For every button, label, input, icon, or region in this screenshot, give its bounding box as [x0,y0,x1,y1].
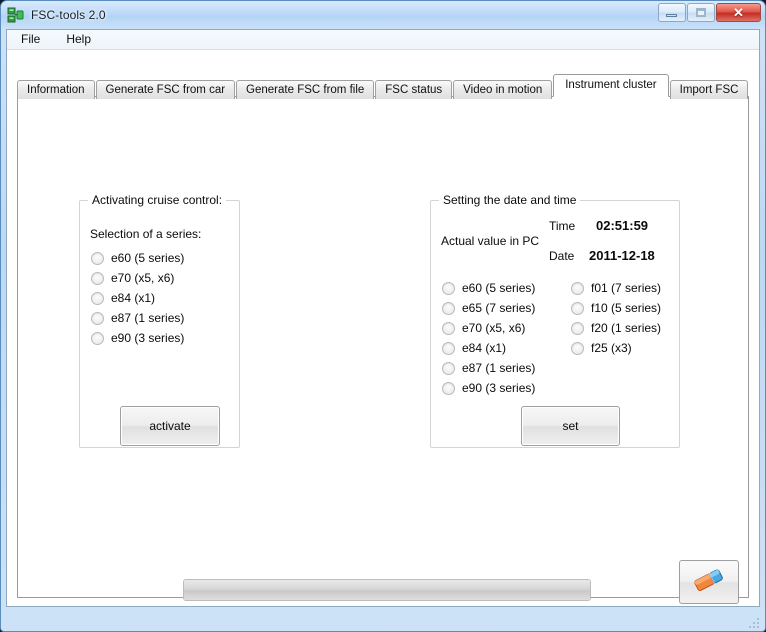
radio-circle-icon [91,331,104,345]
menu-item-file[interactable]: File [15,30,50,49]
radio-label: e70 (x5, x6) [111,271,175,285]
group-activating-cruise-control: Activating cruise control: Selection of … [79,193,240,448]
radio-circle-icon [571,321,584,335]
radio-circle-icon [571,341,584,355]
app-icon [7,7,24,24]
progress-bar-track [184,580,590,600]
tab-video-in-motion[interactable]: Video in motion [453,80,553,99]
radio-circle-icon [442,361,455,375]
window-status-area [1,607,765,631]
menu-bar: File Help [7,30,759,50]
radio-datetime-f01[interactable]: f01 (7 series) [571,281,661,295]
client-area: File Help Information Generate FSC from … [6,29,760,607]
tab-strip: Information Generate FSC from car Genera… [16,74,750,99]
radio-datetime-f10[interactable]: f10 (5 series) [571,301,661,315]
clear-button[interactable] [679,560,739,604]
activate-button[interactable]: activate [120,406,220,446]
date-value: 2011-12-18 [589,248,655,263]
radio-cruise-e90[interactable]: e90 (3 series) [91,331,184,345]
tab-import-fsc[interactable]: Import FSC [669,80,749,99]
cruise-selection-label: Selection of a series: [90,227,202,241]
radio-label: e87 (1 series) [462,361,536,375]
eraser-icon [692,567,726,598]
radio-circle-icon [442,381,455,395]
title-bar: FSC-tools 2.0 ✕ [1,1,765,29]
progress-bar [183,579,591,601]
radio-label: e70 (x5, x6) [462,321,526,335]
tab-information[interactable]: Information [17,80,95,99]
radio-label: e90 (3 series) [111,331,185,345]
radio-label: f20 (1 series) [591,321,662,335]
radio-circle-icon [442,321,455,335]
radio-label: f10 (5 series) [591,301,662,315]
radio-label: f01 (7 series) [591,281,662,295]
radio-label: e90 (3 series) [462,381,536,395]
radio-label: e87 (1 series) [111,311,185,325]
radio-cruise-e84[interactable]: e84 (x1) [91,291,155,305]
radio-datetime-f25[interactable]: f25 (x3) [571,341,632,355]
radio-circle-icon [571,281,584,295]
radio-circle-icon [571,301,584,315]
radio-datetime-e84[interactable]: e84 (x1) [442,341,506,355]
radio-datetime-e65[interactable]: e65 (7 series) [442,301,535,315]
radio-circle-icon [442,281,455,295]
radio-datetime-e60[interactable]: e60 (5 series) [442,281,535,295]
radio-datetime-e87[interactable]: e87 (1 series) [442,361,535,375]
group-setting-date-and-time: Setting the date and time Actual value i… [430,193,680,448]
radio-circle-icon [91,271,104,285]
tab-generate-fsc-from-file[interactable]: Generate FSC from file [236,80,375,99]
radio-circle-icon [91,291,104,305]
time-value: 02:51:59 [596,218,649,233]
minimize-button[interactable] [658,3,686,22]
time-label: Time [549,219,576,233]
menu-item-help[interactable]: Help [60,30,101,49]
set-button[interactable]: set [521,406,620,446]
radio-label: f25 (x3) [591,341,632,355]
tab-control: Information Generate FSC from car Genera… [16,74,750,604]
resize-grip-icon[interactable] [748,616,760,628]
radio-datetime-e90[interactable]: e90 (3 series) [442,381,535,395]
tab-panel-instrument-cluster: Activating cruise control: Selection of … [17,96,749,604]
radio-cruise-e60[interactable]: e60 (5 series) [91,251,184,265]
radio-circle-icon [442,341,455,355]
radio-datetime-e70[interactable]: e70 (x5, x6) [442,321,525,335]
radio-label: e84 (x1) [111,291,156,305]
maximize-button[interactable] [687,3,715,22]
radio-circle-icon [91,251,104,265]
group-datetime-title: Setting the date and time [439,193,581,207]
window-controls: ✕ [657,3,761,22]
radio-label: e65 (7 series) [462,301,536,315]
tab-instrument-cluster[interactable]: Instrument cluster [553,74,669,97]
radio-label: e60 (5 series) [111,251,185,265]
radio-label: e60 (5 series) [462,281,536,295]
application-window: FSC-tools 2.0 ✕ File Help Information Ge… [0,0,766,632]
tab-fsc-status[interactable]: FSC status [375,80,453,99]
close-button[interactable]: ✕ [716,3,761,22]
radio-datetime-f20[interactable]: f20 (1 series) [571,321,661,335]
radio-cruise-e70[interactable]: e70 (x5, x6) [91,271,174,285]
window-title: FSC-tools 2.0 [31,8,106,22]
radio-circle-icon [442,301,455,315]
actual-value-in-pc-label: Actual value in PC [441,234,540,248]
radio-circle-icon [91,311,104,325]
radio-cruise-e87[interactable]: e87 (1 series) [91,311,184,325]
tab-generate-fsc-from-car[interactable]: Generate FSC from car [95,80,236,99]
group-cruise-title: Activating cruise control: [88,193,227,207]
date-label: Date [549,249,575,263]
radio-label: e84 (x1) [462,341,507,355]
